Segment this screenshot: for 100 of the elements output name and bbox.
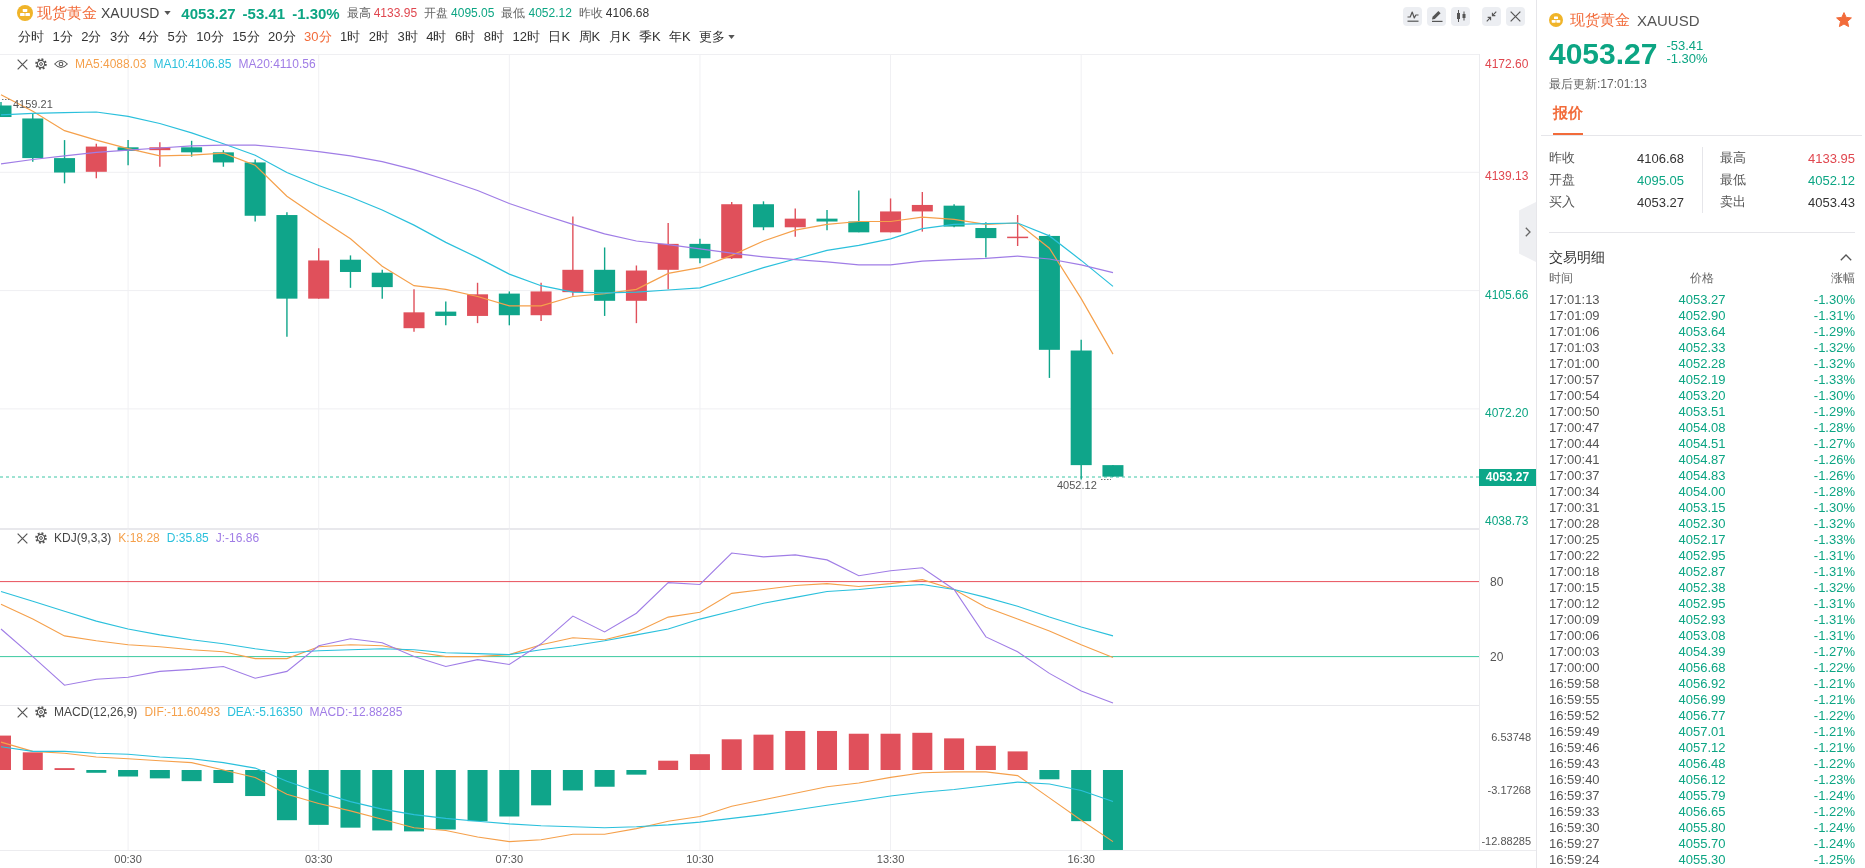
period-tab[interactable]: 月K <box>604 27 635 47</box>
period-tab[interactable]: 8时 <box>479 27 508 47</box>
period-tab[interactable]: 15分 <box>228 27 264 47</box>
close-icon[interactable] <box>17 706 28 718</box>
period-tab[interactable]: 12时 <box>508 27 544 47</box>
period-tab[interactable]: 20分 <box>264 27 300 47</box>
candlestick <box>0 101 12 118</box>
trade-price: 4054.00 <box>1678 484 1726 500</box>
trade-change: -1.31% <box>1813 628 1855 644</box>
period-tab[interactable]: 分时 <box>14 27 48 47</box>
trade-change: -1.22% <box>1813 804 1855 820</box>
shrink-button[interactable] <box>1482 6 1501 26</box>
legend-label: MACD:-12.88285 <box>309 705 403 719</box>
trade-time: 17:00:41 <box>1549 452 1600 468</box>
trade-change: -1.31% <box>1813 548 1855 564</box>
period-tab[interactable]: 3时 <box>393 27 422 47</box>
trade-price: 4053.64 <box>1678 324 1726 340</box>
period-tab[interactable]: 1时 <box>336 27 365 47</box>
stat-label: 卖出 <box>1720 193 1746 211</box>
histogram-bar <box>0 735 11 770</box>
candlestick <box>339 254 361 289</box>
candlestick <box>212 149 234 168</box>
low-price-label: 4052.12 <box>1057 479 1097 491</box>
column-header: 价格 <box>1690 270 1714 286</box>
period-tab[interactable]: 4时 <box>422 27 451 47</box>
period-tab[interactable]: 日K <box>544 27 575 47</box>
close-icon[interactable] <box>17 58 28 70</box>
histogram-bar <box>1071 770 1092 822</box>
period-tab[interactable]: 3分 <box>105 27 135 47</box>
close-icon[interactable] <box>17 532 28 544</box>
more-dropdown[interactable]: 更多 <box>695 27 740 47</box>
period-tab[interactable]: 2分 <box>77 27 106 47</box>
trade-time: 16:59:58 <box>1549 676 1600 692</box>
trade-price: 4052.90 <box>1678 308 1726 324</box>
section-title: 交易明细 <box>1549 248 1605 266</box>
period-tab[interactable]: 4分 <box>134 27 163 47</box>
close-button[interactable] <box>1506 6 1525 26</box>
trade-price: 4055.80 <box>1678 820 1726 836</box>
stat-value: 4133.95 <box>373 6 418 20</box>
period-tab[interactable]: 10分 <box>192 27 228 47</box>
time-label: 16:30 <box>1067 853 1095 866</box>
trade-change: -1.32% <box>1813 516 1855 532</box>
histogram-bar <box>118 770 139 777</box>
period-tab[interactable]: 周K <box>574 27 605 47</box>
leader-line <box>1100 479 1112 480</box>
period-tab[interactable]: 1分 <box>48 27 77 47</box>
trade-time: 17:00:31 <box>1549 500 1600 516</box>
candlestick <box>943 203 965 228</box>
settings-icon[interactable] <box>35 706 47 718</box>
legend-label: DIF:-11.60493 <box>144 705 221 719</box>
candlestick <box>1102 464 1124 478</box>
trade-price: 4056.68 <box>1678 660 1726 676</box>
stat-label: 最低 <box>501 4 526 22</box>
trade-time: 16:59:37 <box>1549 788 1600 804</box>
trade-time: 17:01:09 <box>1549 308 1600 324</box>
period-tab[interactable]: 6时 <box>451 27 480 47</box>
settings-icon[interactable] <box>35 58 47 70</box>
trade-time: 17:00:15 <box>1549 580 1600 596</box>
drawing-button[interactable] <box>1427 6 1446 26</box>
axis-label: 4139.13 <box>1485 169 1529 183</box>
instrument-name: 现货黄金 <box>1570 10 1630 30</box>
candlestick <box>753 200 774 231</box>
symbol-dropdown[interactable]: XAUUSD <box>101 5 172 21</box>
current-price-tag: 4053.27 <box>1479 469 1536 486</box>
time-label: 07:30 <box>495 853 524 866</box>
candlestick <box>784 207 806 238</box>
settings-icon[interactable] <box>35 532 47 544</box>
histogram-bar <box>753 734 774 770</box>
trade-change: -1.26% <box>1813 452 1855 468</box>
axis-label: 4172.60 <box>1485 57 1529 71</box>
trade-time: 16:59:27 <box>1549 836 1600 852</box>
candlestick <box>308 247 330 300</box>
chart-type-button[interactable] <box>1451 6 1470 26</box>
trade-time: 16:59:46 <box>1549 740 1600 756</box>
indicator-title: KDJ(9,3,3) <box>54 531 112 545</box>
period-tab[interactable]: 5分 <box>163 27 192 47</box>
histogram-bar <box>467 770 488 822</box>
legend-label: J:-16.86 <box>215 531 260 545</box>
period-tab[interactable]: 季K <box>634 27 665 47</box>
percent-change: -1.30% <box>292 4 340 22</box>
trade-change: -1.25% <box>1813 852 1855 868</box>
stat-label: 开盘 <box>424 4 449 22</box>
indicator-button[interactable] <box>1403 6 1422 26</box>
price-change: -53.41 <box>1666 39 1705 52</box>
time-label: 10:30 <box>686 853 714 866</box>
eye-icon[interactable] <box>54 59 68 69</box>
trade-time: 16:59:24 <box>1549 852 1600 868</box>
period-tab[interactable]: 年K <box>665 27 695 47</box>
trade-time: 17:00:06 <box>1549 628 1600 644</box>
axis-label: 80 <box>1490 575 1504 589</box>
trade-change: -1.21% <box>1813 740 1855 756</box>
trade-change: -1.31% <box>1813 596 1855 612</box>
candlestick <box>625 264 647 324</box>
star-icon[interactable] <box>1836 12 1852 28</box>
stat-value: 4052.12 <box>528 6 572 20</box>
histogram-bar <box>404 770 424 832</box>
period-tab[interactable]: 2时 <box>364 27 393 47</box>
trade-time: 17:00:00 <box>1549 660 1600 676</box>
stat-label: 最高 <box>346 4 371 22</box>
trade-change: -1.30% <box>1813 500 1855 516</box>
